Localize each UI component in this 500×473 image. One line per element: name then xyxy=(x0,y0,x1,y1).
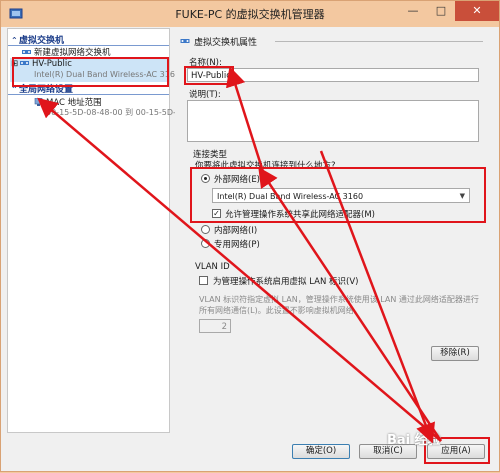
vlan-enable-label[interactable]: 为管理操作系统启用虚拟 LAN 标识(V) xyxy=(213,275,358,287)
external-network-radio[interactable] xyxy=(201,174,210,183)
private-network-label[interactable]: 专用网络(P) xyxy=(214,238,260,250)
properties-group-title: 虚拟交换机属性 xyxy=(194,38,258,48)
mac-range-value: 00-15-5D-08-48-00 到 00-15-5D-... xyxy=(46,108,184,117)
client-area: ⌃虚拟交换机 新建虚拟网络交换机 ⊞ HV-Public Intel(R) Dua… xyxy=(7,28,493,466)
maximize-button[interactable]: □ xyxy=(427,1,455,21)
private-network-radio[interactable] xyxy=(201,239,210,248)
name-label: 名称(N): xyxy=(189,58,222,68)
section-global-settings[interactable]: ⌃全局网络设置 xyxy=(11,82,73,95)
switch-icon xyxy=(180,39,190,43)
external-network-label[interactable]: 外部网络(E): xyxy=(214,173,263,185)
allow-mgmt-label[interactable]: 允许管理操作系统共享此网络适配器(M) xyxy=(225,208,375,220)
vlan-id-input[interactable]: 2 xyxy=(199,319,231,333)
adapter-select-value: Intel(R) Dual Band Wireless-AC 3160 xyxy=(217,192,364,201)
close-button[interactable]: ✕ xyxy=(455,1,499,21)
vlan-title: VLAN ID xyxy=(195,262,230,272)
new-switch-item[interactable]: 新建虚拟网络交换机 xyxy=(22,46,111,58)
adapter-select[interactable]: Intel(R) Dual Band Wireless-AC 3160 ▼ xyxy=(212,188,470,203)
name-input[interactable]: HV-Public xyxy=(187,68,479,82)
connection-question: 你要将此虚拟交换机连接到什么地方? xyxy=(195,161,336,171)
title-bar: FUKE-PC 的虚拟交换机管理器 — □ ✕ xyxy=(1,1,499,27)
section-virtual-switches[interactable]: ⌃虚拟交换机 xyxy=(11,33,64,46)
new-switch-icon xyxy=(22,50,31,54)
vlan-enable-checkbox[interactable] xyxy=(199,276,208,285)
vlan-description: VLAN 标识符指定虚拟 LAN，管理操作系统使用该 LAN 通过此网络适配器进… xyxy=(199,295,479,315)
notes-label: 说明(T): xyxy=(189,90,221,100)
mac-address-icon xyxy=(34,98,43,106)
collapse-icon: ⌃ xyxy=(11,85,18,94)
internal-network-radio[interactable] xyxy=(201,225,210,234)
allow-mgmt-checkbox[interactable]: ✓ xyxy=(212,209,221,218)
switch-tree-pane: ⌃虚拟交换机 新建虚拟网络交换机 ⊞ HV-Public Intel(R) Dua… xyxy=(7,28,184,433)
chevron-down-icon: ▼ xyxy=(459,192,465,200)
expand-icon[interactable]: ⊞ xyxy=(11,59,20,69)
watermark-logo: Bai 经验 xyxy=(387,433,441,448)
collapse-icon: ⌃ xyxy=(11,36,18,45)
notes-textarea[interactable] xyxy=(187,100,479,142)
switch-icon xyxy=(20,61,29,65)
section-divider xyxy=(8,94,169,95)
internal-network-label[interactable]: 内部网络(I) xyxy=(214,224,257,236)
remove-button[interactable]: 移除(R) xyxy=(431,346,479,361)
properties-pane: 虚拟交换机属性 名称(N): HV-Public 说明(T): 连接类型 你要将… xyxy=(175,28,491,433)
minimize-button[interactable]: — xyxy=(399,1,427,21)
ok-button[interactable]: 确定(O) xyxy=(292,444,350,459)
virtual-switch-manager-window: FUKE-PC 的虚拟交换机管理器 — □ ✕ ⌃虚拟交换机 新建虚拟网络交换机… xyxy=(0,0,500,472)
group-divider xyxy=(275,41,483,42)
switch-adapter-subtitle: Intel(R) Dual Band Wireless-AC 3160 xyxy=(34,70,181,79)
